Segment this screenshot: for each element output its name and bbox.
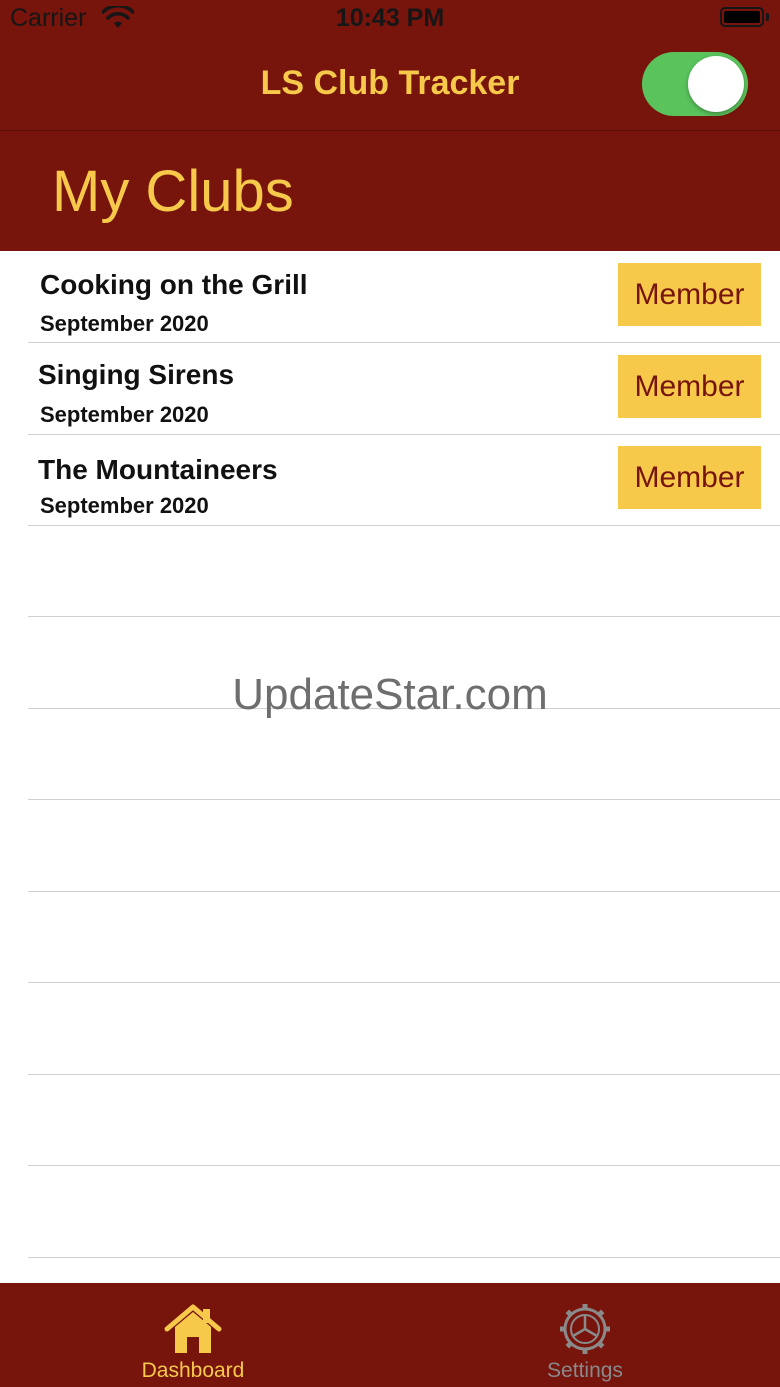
theme-toggle[interactable] <box>642 52 748 116</box>
member-button[interactable]: Member <box>618 263 761 326</box>
status-bar: Carrier 10:43 PM <box>0 0 780 40</box>
empty-row-divider <box>28 891 780 892</box>
clock-label: 10:43 PM <box>335 4 445 32</box>
club-date: September 2020 <box>40 493 209 518</box>
nav-divider <box>0 130 780 131</box>
empty-row-divider <box>28 799 780 800</box>
club-name: Cooking on the Grill <box>40 269 308 300</box>
watermark: UpdateStar.com <box>232 670 548 719</box>
empty-row-divider <box>28 982 780 983</box>
club-date: September 2020 <box>40 311 209 336</box>
house-icon <box>164 1304 222 1353</box>
club-row-mountaineers[interactable]: The Mountaineers September 2020 Member <box>28 434 780 526</box>
gear-icon <box>560 1304 610 1354</box>
empty-row-divider <box>28 1074 780 1075</box>
club-row-cooking[interactable]: Cooking on the Grill September 2020 Memb… <box>28 251 780 343</box>
page-title: My Clubs <box>52 159 294 224</box>
battery-tip <box>766 13 769 21</box>
empty-row-divider <box>28 616 780 617</box>
battery-icon <box>720 7 764 27</box>
club-date: September 2020 <box>40 402 209 427</box>
toggle-knob <box>688 56 744 112</box>
tab-label: Settings <box>547 1359 623 1382</box>
club-row-singing[interactable]: Singing Sirens September 2020 Member <box>28 343 780 435</box>
empty-row-divider <box>28 1257 780 1258</box>
empty-row-divider <box>28 1165 780 1166</box>
tab-dashboard[interactable]: Dashboard <box>93 1283 293 1387</box>
club-name: Singing Sirens <box>38 359 235 390</box>
tab-label: Dashboard <box>141 1359 245 1382</box>
tab-settings[interactable]: Settings <box>485 1283 685 1387</box>
member-button[interactable]: Member <box>618 446 761 509</box>
tab-bar: Dashboard Settings <box>0 1283 780 1387</box>
club-name: The Mountaineers <box>38 454 278 485</box>
top-bar: Carrier 10:43 PM LS Club Tracker My Club… <box>0 0 780 251</box>
member-button[interactable]: Member <box>618 355 761 418</box>
